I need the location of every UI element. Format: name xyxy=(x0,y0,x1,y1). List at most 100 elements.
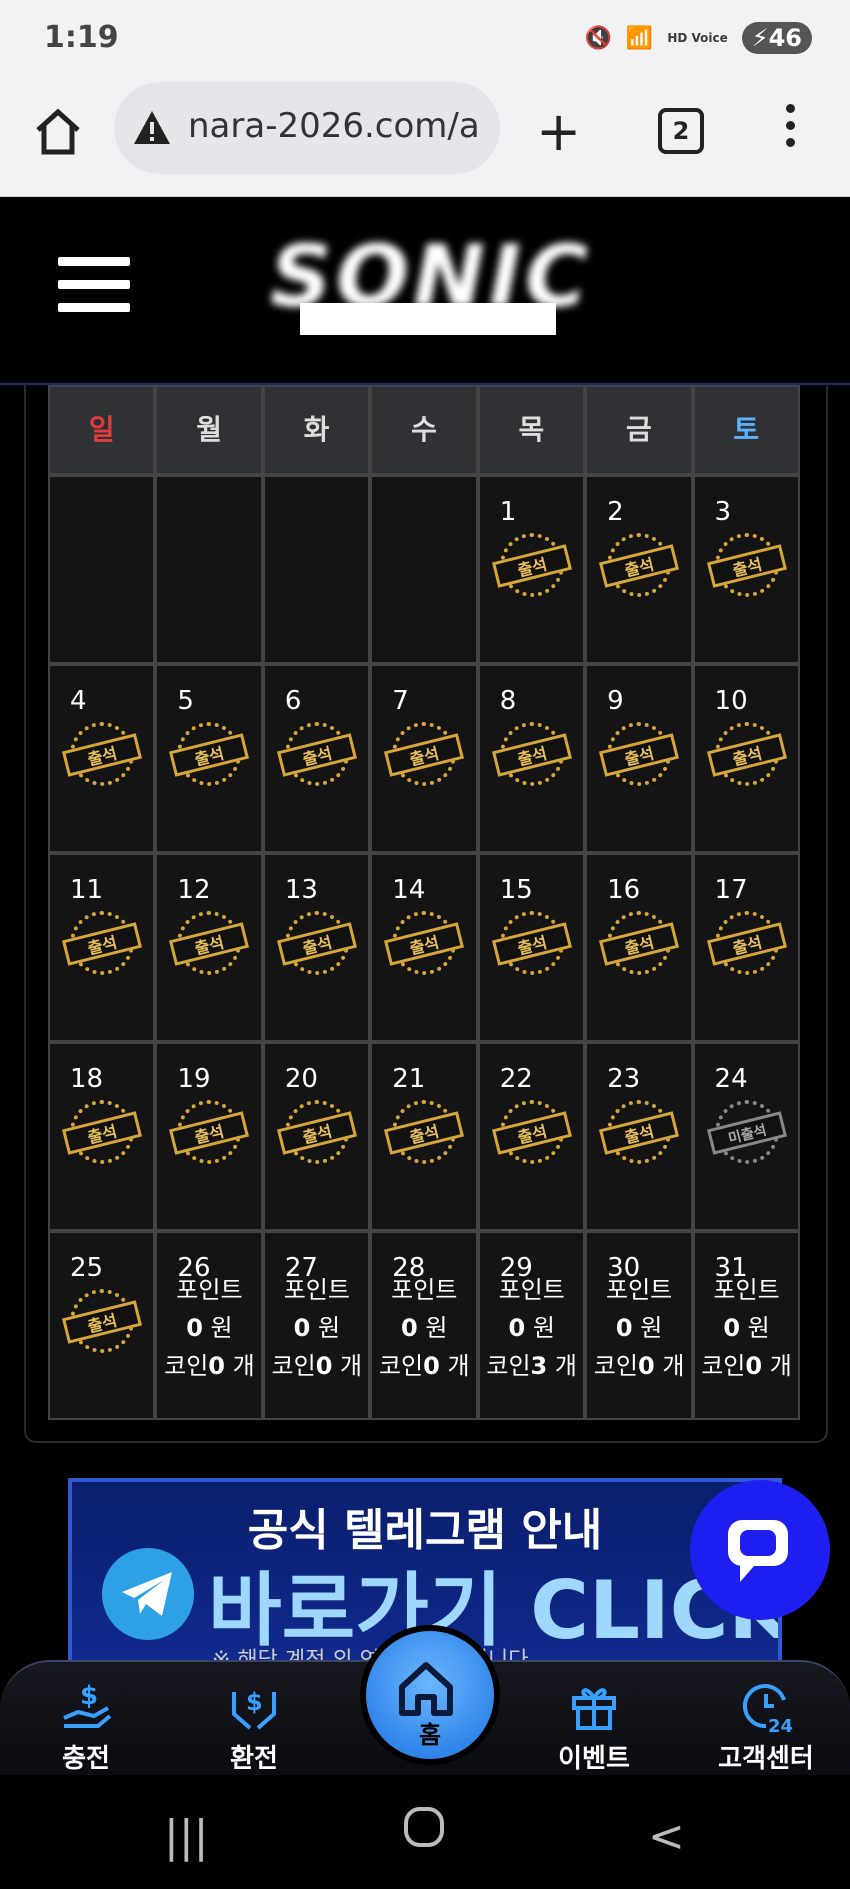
calendar-day[interactable]: 14 출석 xyxy=(370,853,478,1042)
calendar-day[interactable]: 26 포인트 0 원 코인0 개 xyxy=(155,1231,263,1420)
calendar-empty-cell xyxy=(262,475,371,664)
calendar-day[interactable]: 21 출석 xyxy=(370,1042,478,1231)
new-tab-icon[interactable]: + xyxy=(536,105,581,159)
day-number: 7 xyxy=(392,686,409,716)
point-label: 포인트 xyxy=(605,1276,673,1304)
calendar-day[interactable]: 18 출석 xyxy=(48,1042,156,1231)
hamburger-menu-icon[interactable] xyxy=(58,257,130,326)
calendar-day[interactable]: 20 출석 xyxy=(262,1042,371,1231)
weekday-label: 수 xyxy=(370,385,478,475)
coin-amount: 코인0 개 xyxy=(164,1352,255,1380)
attended-stamp-icon: 출석 xyxy=(706,722,787,788)
address-bar[interactable]: nara-2026.com/a xyxy=(114,82,500,174)
attended-stamp-icon: 출석 xyxy=(61,1100,143,1166)
mute-icon: 🔇 xyxy=(584,25,612,51)
day-number: 14 xyxy=(392,875,426,905)
day-number: 22 xyxy=(499,1064,533,1094)
calendar-day[interactable]: 19 출석 xyxy=(155,1042,263,1231)
chat-button[interactable] xyxy=(690,1480,830,1620)
weekday-label: 토 xyxy=(692,385,800,475)
calendar-day[interactable]: 5 출석 xyxy=(155,664,263,853)
warning-icon[interactable] xyxy=(132,108,172,148)
attended-stamp-icon: 출석 xyxy=(599,722,680,788)
calendar-day[interactable]: 28 포인트 0 원 코인0 개 xyxy=(370,1231,478,1420)
nav-exchange[interactable]: $ 환전 xyxy=(194,1662,314,1777)
point-amount: 0 원 xyxy=(293,1314,341,1342)
recents-icon[interactable]: ||| xyxy=(164,1811,208,1862)
calendar-day[interactable]: 17 출석 xyxy=(692,853,800,1042)
point-label: 포인트 xyxy=(283,1276,350,1304)
calendar-day[interactable]: 2 출석 xyxy=(585,475,693,664)
day-number: 13 xyxy=(284,875,318,905)
day-number: 6 xyxy=(284,686,302,716)
calendar-day[interactable]: 31 포인트 0 원 코인0 개 xyxy=(692,1231,800,1420)
calendar-day[interactable]: 30 포인트 0 원 코인0 개 xyxy=(585,1231,693,1420)
home-system-icon[interactable] xyxy=(402,1805,446,1860)
withdraw-icon: $ xyxy=(226,1678,282,1734)
calendar-day[interactable]: 29 포인트 0 원 코인3 개 xyxy=(477,1231,586,1420)
attended-stamp-icon: 출석 xyxy=(169,1100,250,1166)
attended-stamp-icon: 출석 xyxy=(491,911,572,977)
tab-switcher-button[interactable]: 2 xyxy=(658,108,704,154)
nav-exchange-label: 환전 xyxy=(230,1744,278,1774)
chat-bubble-icon xyxy=(728,1520,788,1582)
calendar-day[interactable]: 23 출석 xyxy=(585,1042,693,1231)
weekday-label: 화 xyxy=(262,385,371,475)
deposit-icon: $ xyxy=(58,1678,114,1734)
calendar-day[interactable]: 12 출석 xyxy=(155,853,263,1042)
calendar-week: 11 출석 12 출석 13 출석 14 출석 15 출석 16 출석 17 출석 xyxy=(48,853,800,1042)
calendar-day[interactable]: 6 출석 xyxy=(262,664,371,853)
point-coin-info: 포인트 0 원 코인0 개 xyxy=(265,1271,369,1385)
calendar-week: 4 출석 5 출석 6 출석 7 출석 8 출석 9 출석 10 출석 xyxy=(48,664,800,853)
nav-home[interactable]: 홈 xyxy=(360,1625,500,1765)
nav-event[interactable]: 이벤트 xyxy=(534,1662,654,1777)
day-number: 10 xyxy=(714,686,748,716)
point-label: 포인트 xyxy=(498,1276,565,1304)
calendar-week: 25 출석 26 포인트 0 원 코인0 개 27 포인트 0 원 코인0 개 28 포인트 0 원 코인… xyxy=(48,1231,800,1420)
coin-amount: 코인3 개 xyxy=(486,1352,577,1380)
calendar-day[interactable]: 16 출석 xyxy=(585,853,693,1042)
coin-amount: 코인0 개 xyxy=(701,1352,792,1380)
point-coin-info: 포인트 0 원 코인0 개 xyxy=(372,1271,476,1385)
site-logo[interactable]: SONIC xyxy=(270,227,590,347)
attendance-calendar: 일월화수목금토 1 출석 2 출석 3 출석 4 출석 5 출석 6 출석 7 출석 8 출석 9 출석 10 출석 1… xyxy=(48,385,800,1420)
nav-charge[interactable]: $ 충전 xyxy=(26,1662,146,1777)
attended-stamp-icon: 출석 xyxy=(276,1100,357,1166)
calendar-day[interactable]: 7 출석 xyxy=(370,664,478,853)
home-icon[interactable] xyxy=(30,104,86,160)
day-number: 24 xyxy=(714,1064,748,1094)
clock: 1:19 xyxy=(44,20,119,55)
calendar-day[interactable]: 25 출석 xyxy=(48,1231,156,1420)
support-24-icon: 24 xyxy=(738,1678,794,1737)
calendar-day[interactable]: 9 출석 xyxy=(585,664,693,853)
attended-stamp-icon: 출석 xyxy=(276,722,357,788)
calendar-day[interactable]: 22 출석 xyxy=(477,1042,586,1231)
attended-stamp-icon: 출석 xyxy=(61,1289,143,1355)
back-icon[interactable]: < xyxy=(648,1811,685,1862)
calendar-day[interactable]: 27 포인트 0 원 코인0 개 xyxy=(262,1231,371,1420)
day-number: 2 xyxy=(607,497,624,527)
weekday-label: 일 xyxy=(48,385,156,475)
calendar-week: 1 출석 2 출석 3 출석 xyxy=(48,475,800,664)
day-number: 12 xyxy=(177,875,211,905)
calendar-day[interactable]: 4 출석 xyxy=(48,664,156,853)
attended-stamp-icon: 출석 xyxy=(169,911,250,977)
day-number: 21 xyxy=(392,1064,426,1094)
calendar-day[interactable]: 10 출석 xyxy=(692,664,800,853)
calendar-day[interactable]: 11 출석 xyxy=(48,853,156,1042)
calendar-day[interactable]: 3 출석 xyxy=(692,475,800,664)
calendar-day[interactable]: 1 출석 xyxy=(477,475,586,664)
calendar-day[interactable]: 24 미출석 xyxy=(692,1042,800,1231)
calendar-day[interactable]: 8 출석 xyxy=(477,664,586,853)
hd-voice-label: HD Voice xyxy=(667,31,728,45)
nav-event-label: 이벤트 xyxy=(558,1744,630,1774)
calendar-day[interactable]: 15 출석 xyxy=(477,853,586,1042)
point-coin-info: 포인트 0 원 코인3 개 xyxy=(480,1271,584,1385)
attended-stamp-icon: 출석 xyxy=(384,722,465,788)
attended-stamp-icon: 출석 xyxy=(706,533,787,599)
more-menu-icon[interactable] xyxy=(786,104,798,155)
svg-text:$: $ xyxy=(80,1681,98,1711)
gift-icon xyxy=(566,1678,622,1734)
nav-support[interactable]: 24 고객센터 xyxy=(706,1662,826,1777)
calendar-day[interactable]: 13 출석 xyxy=(262,853,371,1042)
